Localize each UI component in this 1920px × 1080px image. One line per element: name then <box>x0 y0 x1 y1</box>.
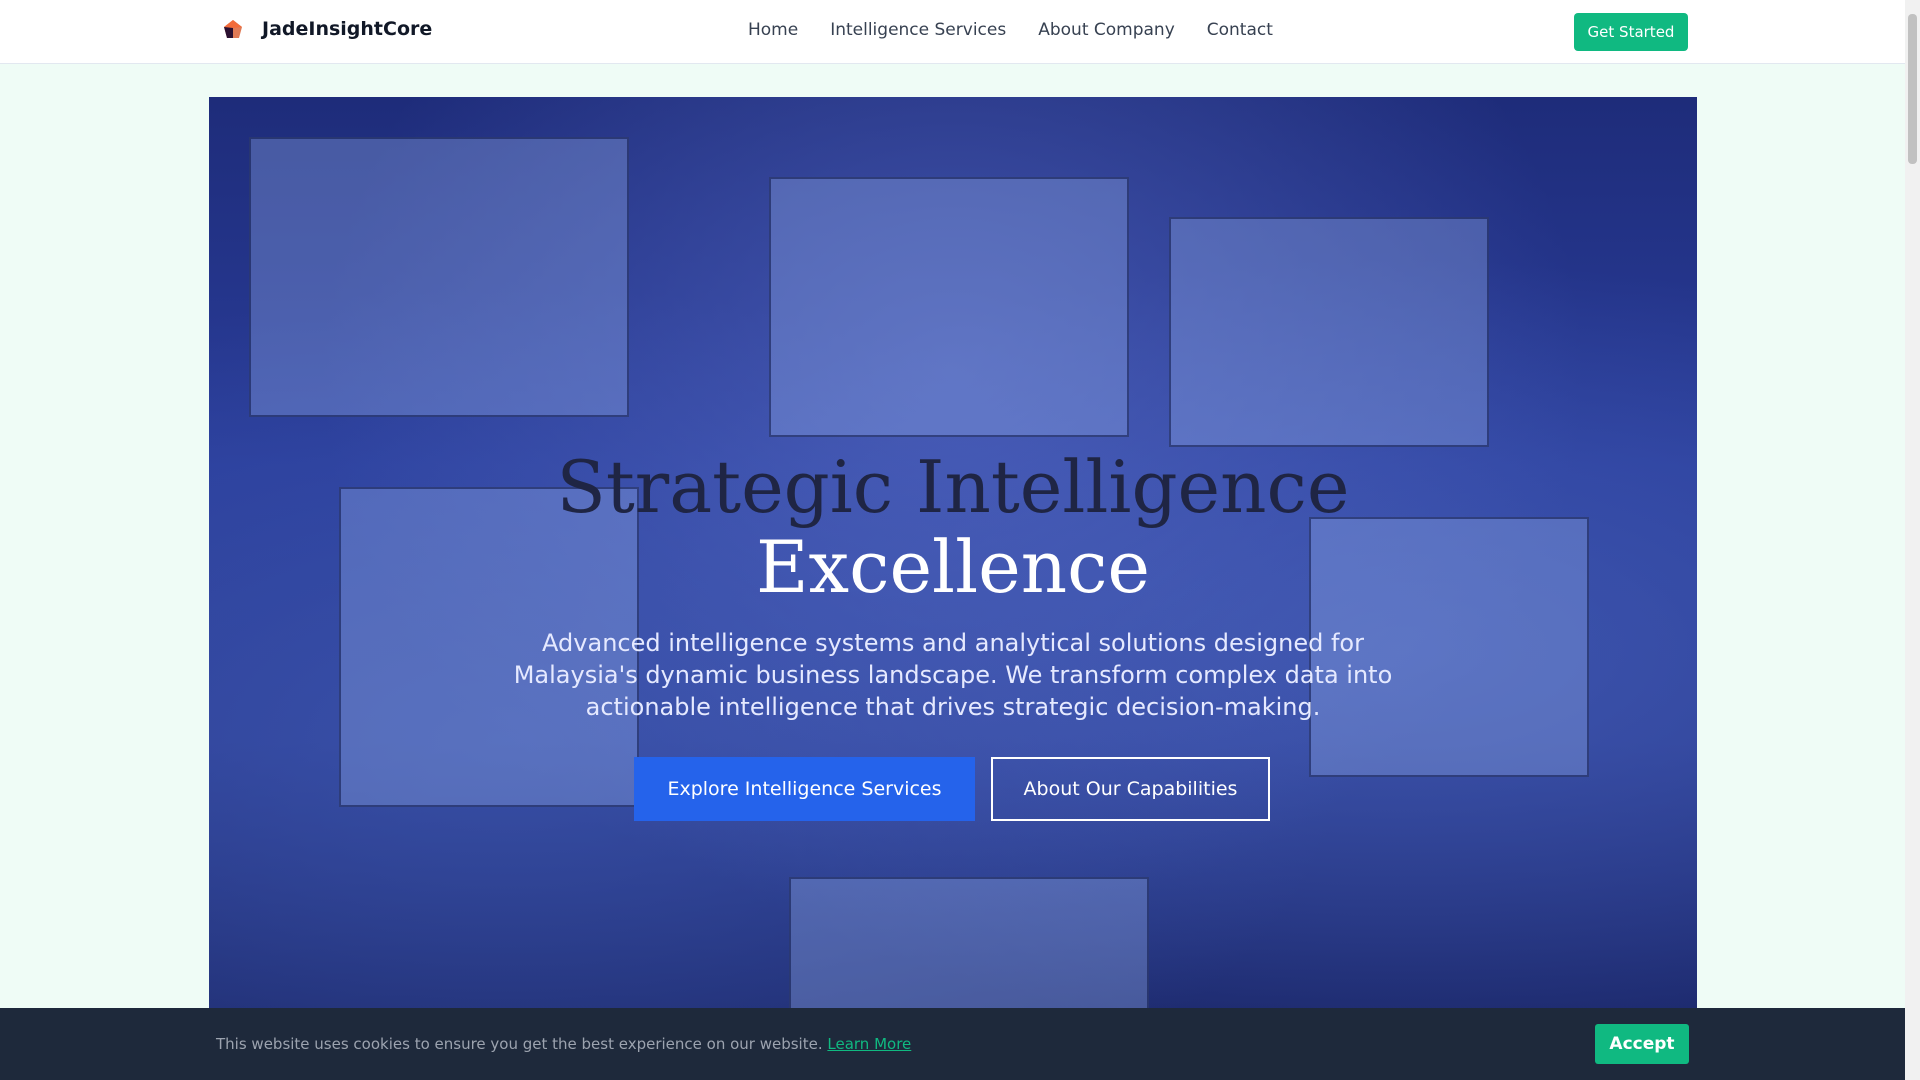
cookie-banner: This website uses cookies to ensure you … <box>0 1008 1905 1080</box>
nav-home[interactable]: Home <box>748 20 798 40</box>
nav-intelligence-services[interactable]: Intelligence Services <box>830 20 1006 40</box>
logo-icon <box>218 14 248 44</box>
brand-name: JadeInsightCore <box>262 18 433 40</box>
brand-logo[interactable]: JadeInsightCore <box>218 14 432 44</box>
accept-cookies-button[interactable]: Accept <box>1595 1024 1689 1064</box>
hero-section: Strategic Intelligence Excellence Advanc… <box>209 97 1697 1017</box>
background-screen <box>1169 217 1489 447</box>
hero-description: Advanced intelligence systems and analyt… <box>513 629 1393 721</box>
scrollbar[interactable] <box>1905 0 1920 1080</box>
get-started-button[interactable]: Get Started <box>1574 13 1688 51</box>
explore-services-button[interactable]: Explore Intelligence Services <box>634 757 975 821</box>
cookie-text: This website uses cookies to ensure you … <box>216 1035 912 1053</box>
main-nav: Home Intelligence Services About Company… <box>748 20 1273 40</box>
scrollbar-thumb[interactable] <box>1908 14 1917 164</box>
background-screen <box>769 177 1129 437</box>
background-screen <box>249 137 629 417</box>
header: JadeInsightCore Home Intelligence Servic… <box>0 0 1905 64</box>
about-capabilities-button[interactable]: About Our Capabilities <box>991 757 1270 821</box>
nav-about-company[interactable]: About Company <box>1038 20 1175 40</box>
learn-more-link[interactable]: Learn More <box>827 1035 911 1053</box>
hero-title: Strategic Intelligence Excellence <box>556 445 1350 609</box>
background-screen <box>789 877 1149 1017</box>
nav-contact[interactable]: Contact <box>1207 20 1273 40</box>
